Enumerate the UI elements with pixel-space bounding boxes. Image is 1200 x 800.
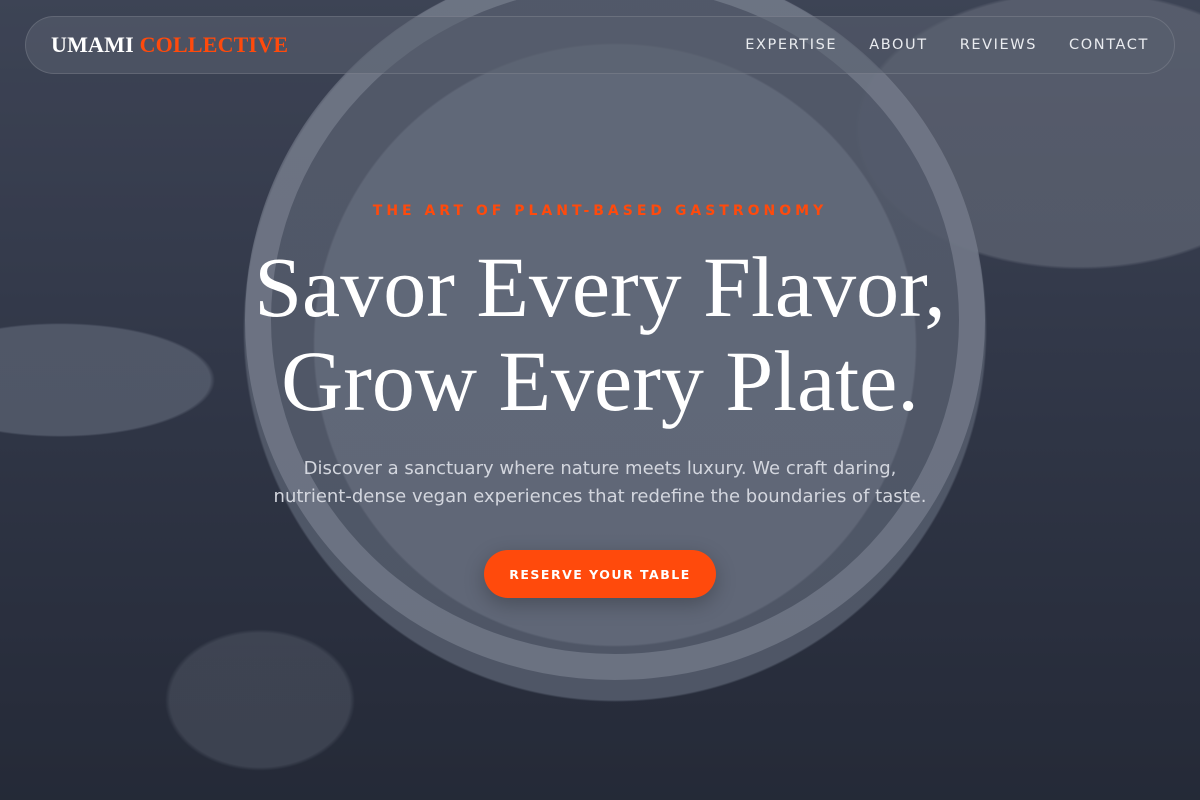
hero-headline-line2: Grow Every Plate. bbox=[281, 333, 919, 429]
top-navigation: UMAMI COLLECTIVE EXPERTISE ABOUT REVIEWS… bbox=[25, 16, 1175, 74]
hero-headline: Savor Every Flavor, Grow Every Plate. bbox=[0, 240, 1200, 428]
nav-link-expertise[interactable]: EXPERTISE bbox=[745, 37, 837, 53]
brand-name-accent: COLLECTIVE bbox=[139, 32, 289, 57]
nav-link-about[interactable]: ABOUT bbox=[869, 37, 928, 53]
hero-headline-line1: Savor Every Flavor, bbox=[254, 239, 946, 335]
hero-subtext: Discover a sanctuary where nature meets … bbox=[250, 455, 950, 511]
hero-subtext-line2: nutrient-dense vegan experiences that re… bbox=[273, 486, 927, 507]
brand-name-primary: UMAMI bbox=[51, 32, 134, 57]
reserve-table-button[interactable]: RESERVE YOUR TABLE bbox=[484, 550, 716, 598]
brand-logo[interactable]: UMAMI COLLECTIVE bbox=[51, 32, 288, 58]
hero-eyebrow: THE ART OF PLANT-BASED GASTRONOMY bbox=[372, 203, 828, 219]
nav-menu: EXPERTISE ABOUT REVIEWS CONTACT bbox=[745, 37, 1149, 53]
nav-link-reviews[interactable]: REVIEWS bbox=[960, 37, 1037, 53]
hero-subtext-line1: Discover a sanctuary where nature meets … bbox=[303, 458, 897, 479]
nav-link-contact[interactable]: CONTACT bbox=[1069, 37, 1149, 53]
